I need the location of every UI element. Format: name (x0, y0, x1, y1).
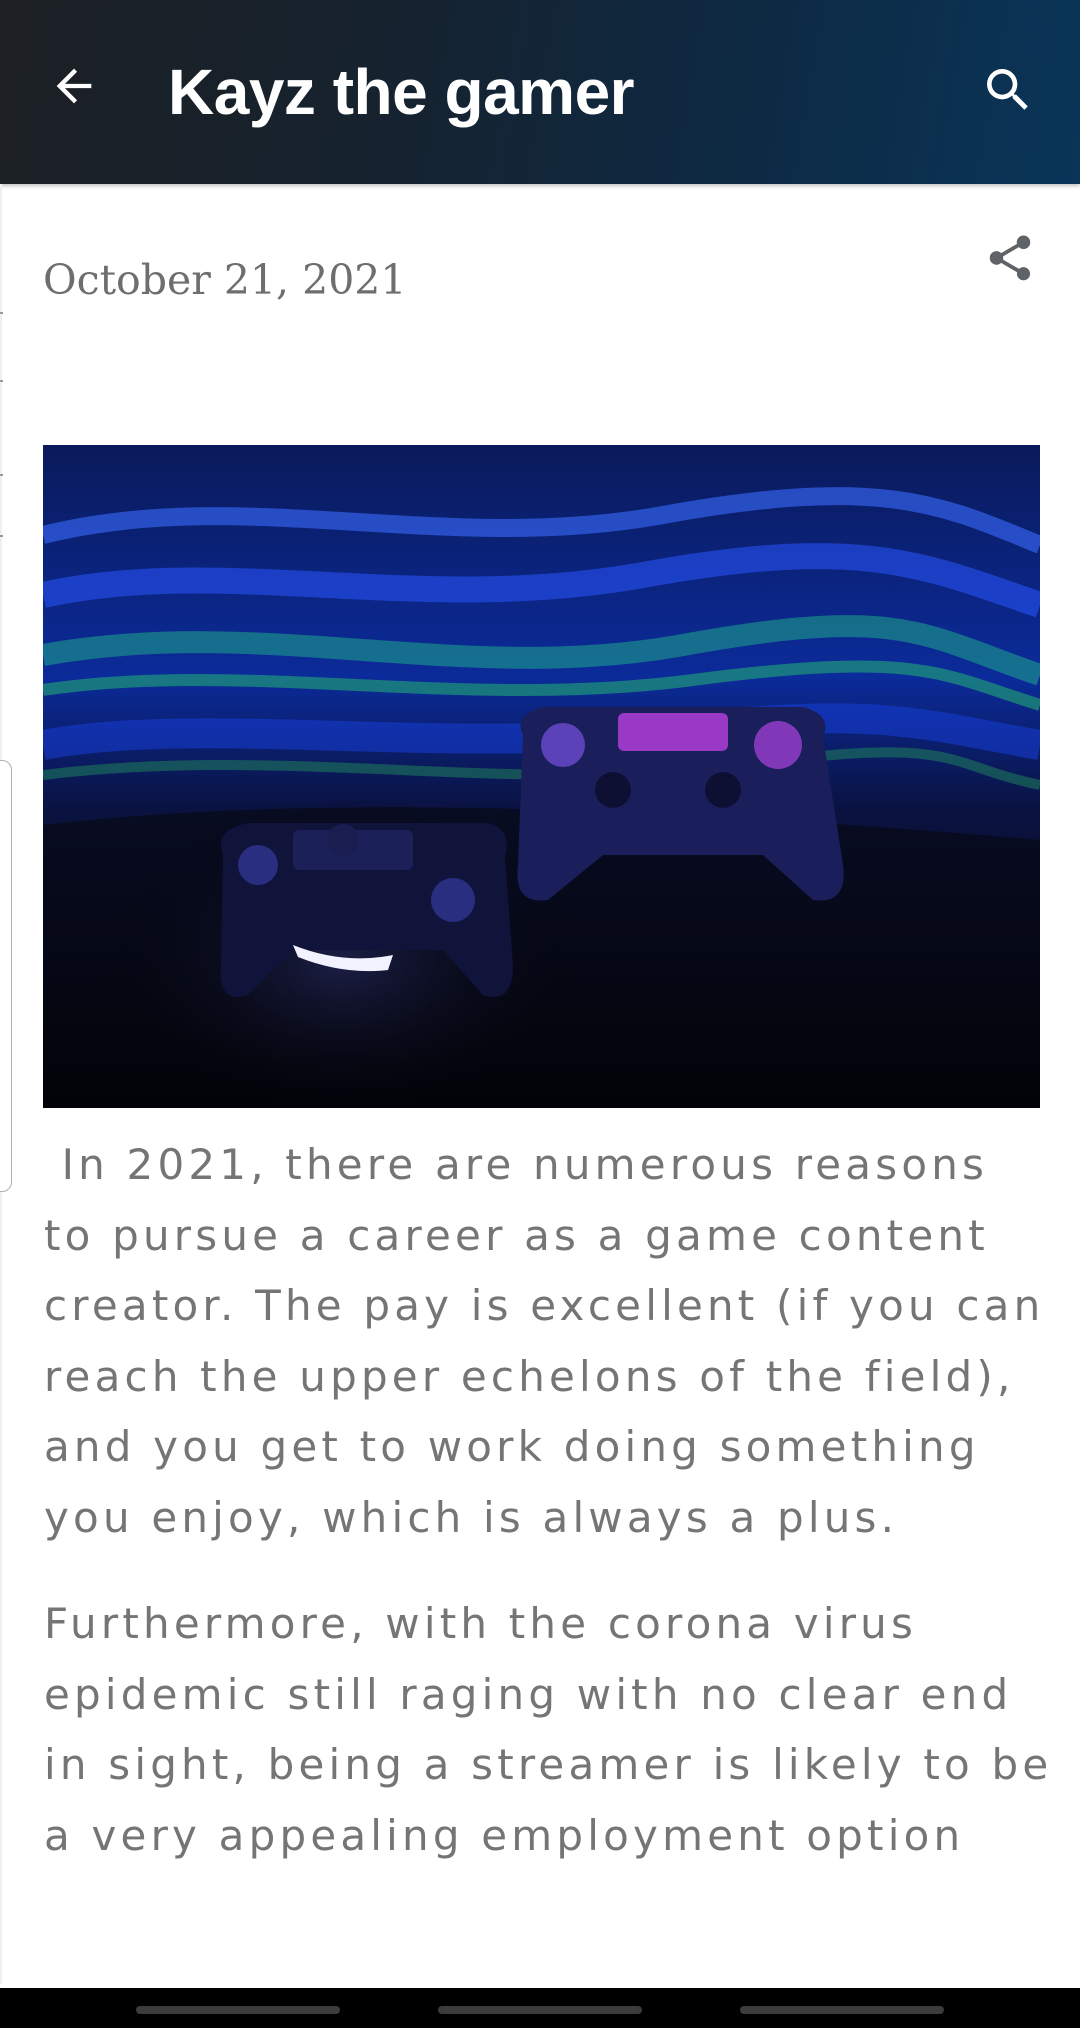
share-icon (983, 231, 1037, 289)
post-date: October 21, 2021 (43, 256, 407, 304)
side-panel-handle[interactable] (0, 760, 12, 1192)
post-body: In 2021, there are numerous reasons to p… (44, 1130, 1054, 1907)
edge-tick (0, 535, 3, 537)
app-bar: Kayz the gamer (0, 0, 1080, 184)
controllers-illustration (43, 445, 1040, 1108)
hero-image[interactable] (43, 445, 1040, 1108)
search-button[interactable] (966, 50, 1050, 134)
edge-tick (0, 312, 3, 314)
edge-tick (0, 474, 3, 476)
back-button[interactable] (36, 46, 112, 130)
search-icon (980, 62, 1036, 122)
blog-title[interactable]: Kayz the gamer (168, 46, 635, 138)
post-paragraph: In 2021, there are numerous reasons to p… (44, 1140, 1062, 1542)
nav-home-pill[interactable] (438, 2006, 642, 2014)
nav-recents-pill[interactable] (136, 2006, 340, 2014)
post-paragraph: Furthermore, with the corona virus epide… (44, 1599, 1053, 1860)
nav-back-pill[interactable] (740, 2006, 944, 2014)
edge-tick (0, 380, 3, 382)
arrow-back-icon (48, 60, 100, 116)
share-button[interactable] (976, 226, 1044, 294)
